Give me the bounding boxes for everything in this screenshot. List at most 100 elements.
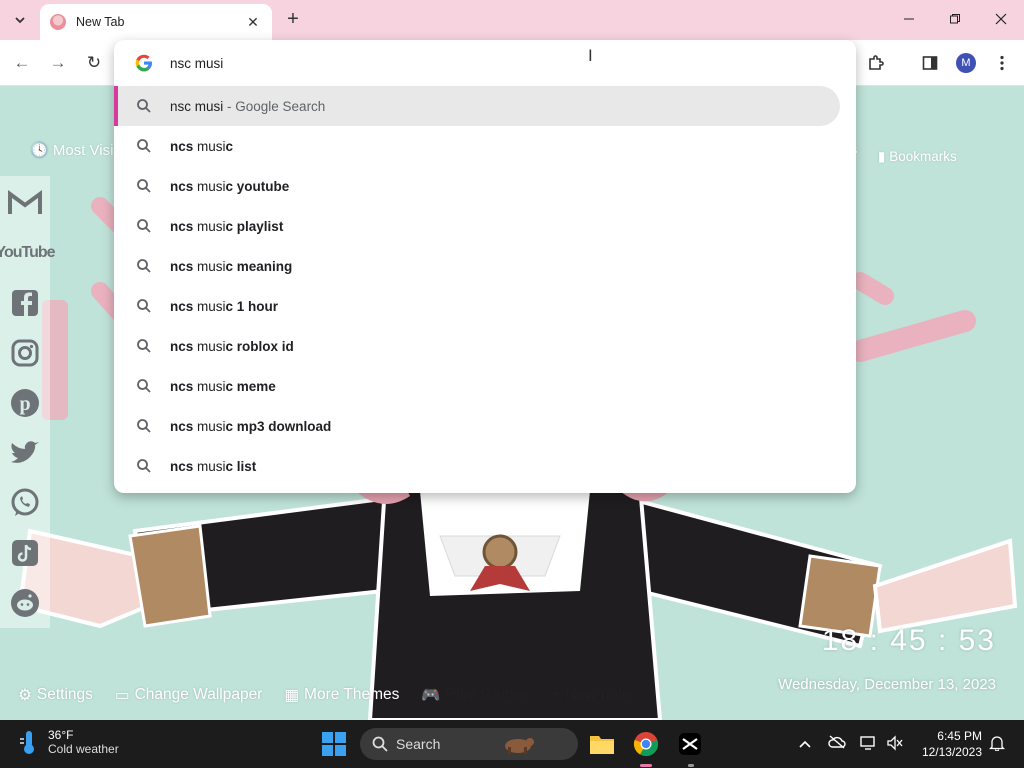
new-tab-button[interactable]: + bbox=[282, 8, 304, 30]
grid-icon: ▦ bbox=[284, 686, 300, 704]
tray-network[interactable] bbox=[860, 735, 878, 753]
tab-favicon-icon bbox=[50, 14, 66, 30]
suggestion-match: musi bbox=[193, 378, 226, 394]
tray-volume[interactable] bbox=[886, 735, 904, 753]
chrome-app[interactable] bbox=[632, 730, 660, 758]
suggestion-item[interactable]: ncs music roblox id bbox=[114, 326, 856, 366]
minimize-button[interactable] bbox=[894, 6, 924, 34]
search-tabs-button[interactable] bbox=[8, 8, 32, 32]
running-app-indicator bbox=[688, 764, 694, 767]
gmail-shortcut[interactable] bbox=[6, 186, 44, 220]
active-app-indicator bbox=[640, 764, 652, 767]
suggestion-text: ncs music 1 hour bbox=[170, 299, 278, 314]
capcut-icon bbox=[679, 733, 701, 755]
pinterest-shortcut[interactable]: p bbox=[6, 386, 44, 420]
twitter-icon bbox=[11, 441, 39, 463]
search-icon bbox=[372, 736, 388, 752]
suggestion-item[interactable]: ncs music 1 hour bbox=[114, 286, 856, 326]
extensions-button[interactable] bbox=[864, 51, 888, 75]
tab-new-tab[interactable]: New Tab ✕ bbox=[40, 4, 272, 40]
gamepad-icon: 🎮 bbox=[421, 686, 441, 704]
suggestion-query: nsc musi bbox=[170, 98, 224, 114]
folder-icon bbox=[590, 736, 614, 754]
suggestion-text: ncs music meme bbox=[170, 379, 276, 394]
text-cursor-icon: Ⅰ bbox=[588, 48, 593, 65]
suggestion-item[interactable]: ncs music meaning bbox=[114, 246, 856, 286]
taskbar-search-label: Search bbox=[396, 736, 441, 752]
search-icon bbox=[137, 379, 151, 393]
tray-date[interactable]: 12/13/2023 bbox=[912, 745, 982, 759]
suggestion-match: musi bbox=[193, 258, 226, 274]
network-icon bbox=[860, 736, 875, 750]
bookmarks-link[interactable]: ▮ Bookmarks bbox=[878, 149, 957, 165]
profile-avatar[interactable]: M bbox=[956, 53, 976, 73]
suggestion-item[interactable]: ncs music playlist bbox=[114, 206, 856, 246]
new-note-link[interactable]: + New note bbox=[552, 686, 631, 704]
tiktok-icon bbox=[12, 540, 38, 566]
suggestion-match: musi bbox=[193, 178, 226, 194]
windows-logo-tile bbox=[335, 732, 346, 743]
suggestion-item[interactable]: ncs music mp3 download bbox=[114, 406, 856, 446]
reddit-shortcut[interactable] bbox=[6, 586, 44, 620]
side-panel-button[interactable] bbox=[918, 51, 942, 75]
suggestion-completion: c bbox=[225, 138, 234, 154]
back-button[interactable]: ← bbox=[11, 52, 33, 74]
menu-button[interactable] bbox=[990, 51, 1014, 75]
close-window-button[interactable] bbox=[986, 6, 1016, 34]
volume-muted-icon bbox=[887, 735, 903, 751]
chrome-icon bbox=[633, 732, 659, 757]
search-icon bbox=[137, 299, 151, 313]
facebook-shortcut[interactable] bbox=[6, 286, 44, 320]
forward-button[interactable]: → bbox=[47, 52, 69, 74]
kebab-menu-icon bbox=[1000, 55, 1004, 71]
twitter-shortcut[interactable] bbox=[6, 436, 44, 470]
youtube-icon: YouTube bbox=[0, 244, 56, 261]
close-icon bbox=[995, 13, 1007, 25]
chevron-up-icon bbox=[799, 740, 811, 748]
cloud-off-icon bbox=[828, 735, 846, 749]
suggestion-bold-prefix: ncs bbox=[170, 258, 194, 274]
suggestion-item[interactable]: ncs music list bbox=[114, 446, 856, 486]
settings-link[interactable]: ⚙ Settings bbox=[18, 686, 93, 705]
suggestion-bold-prefix: ncs bbox=[170, 138, 194, 154]
notifications-button[interactable] bbox=[988, 735, 1006, 753]
search-icon bbox=[137, 179, 151, 193]
taskbar-search[interactable]: Search bbox=[360, 728, 578, 760]
suggestion-item[interactable]: ncs music meme bbox=[114, 366, 856, 406]
restore-icon bbox=[950, 14, 960, 24]
whatsapp-shortcut[interactable] bbox=[6, 486, 44, 520]
suggestion-completion: c meaning bbox=[225, 258, 293, 274]
suggestion-item[interactable]: ncs music bbox=[114, 126, 856, 166]
weather-widget[interactable]: 36°F Cold weather bbox=[18, 728, 119, 756]
tiktok-shortcut[interactable] bbox=[6, 536, 44, 570]
play-games-label: Play Games bbox=[445, 686, 531, 703]
svg-text:p: p bbox=[19, 393, 30, 415]
capcut-app[interactable] bbox=[676, 730, 704, 758]
tray-onedrive[interactable] bbox=[828, 735, 846, 753]
omnibox-input[interactable] bbox=[170, 53, 770, 73]
reload-button[interactable]: ↻ bbox=[83, 52, 105, 74]
suggestion-completion: c mp3 download bbox=[225, 418, 332, 434]
suggestion-search-current[interactable]: nsc musi - Google Search bbox=[114, 86, 840, 126]
youtube-shortcut[interactable]: YouTube bbox=[0, 236, 56, 270]
change-wallpaper-link[interactable]: ▭ Change Wallpaper bbox=[115, 686, 262, 705]
more-themes-link[interactable]: ▦ More Themes bbox=[284, 686, 399, 705]
tray-time[interactable]: 6:45 PM bbox=[918, 729, 982, 743]
suggestion-text: ncs music youtube bbox=[170, 179, 289, 194]
tab-strip: New Tab ✕ + bbox=[0, 0, 1024, 40]
suggestion-completion: c 1 hour bbox=[225, 298, 279, 314]
play-games-link[interactable]: 🎮 Play Games bbox=[421, 686, 530, 705]
bookmarks-label: Bookmarks bbox=[889, 149, 957, 164]
tray-overflow-button[interactable] bbox=[796, 735, 814, 753]
tab-close-icon[interactable]: ✕ bbox=[244, 14, 262, 31]
omnibox-dropdown: Ⅰ nsc musi - Google Searchncs musicncs m… bbox=[114, 40, 856, 493]
suggestion-item[interactable]: ncs music youtube bbox=[114, 166, 856, 206]
start-button[interactable] bbox=[322, 732, 346, 756]
settings-label: Settings bbox=[36, 686, 93, 703]
file-explorer-app[interactable] bbox=[588, 730, 616, 758]
most-visited-link[interactable]: 🕓 Most Visi bbox=[30, 141, 113, 159]
instagram-shortcut[interactable] bbox=[6, 336, 44, 370]
maximize-button[interactable] bbox=[940, 6, 970, 34]
instagram-icon bbox=[11, 339, 39, 367]
gmail-icon bbox=[8, 190, 42, 214]
